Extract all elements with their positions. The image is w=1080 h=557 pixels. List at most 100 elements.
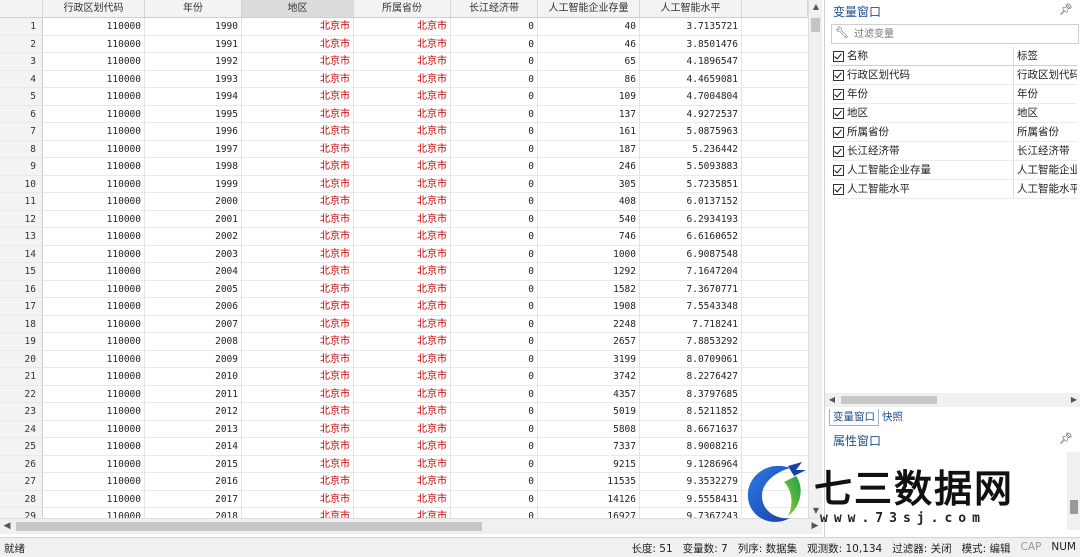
variable-row[interactable]: 年份 年份 [831,85,1077,104]
table-cell[interactable]: 9.5558431 [640,490,742,508]
table-row[interactable]: 27 110000 2016 北京市 北京市 0 11535 9.3532279 [0,473,808,491]
table-cell[interactable]: 北京市 [242,368,354,386]
table-cell[interactable]: 1995 [145,105,242,123]
table-row[interactable]: 3 110000 1992 北京市 北京市 0 65 4.1896547 [0,53,808,71]
table-cell[interactable]: 北京市 [242,298,354,316]
table-cell[interactable]: 7.8853292 [640,333,742,351]
table-cell[interactable]: 6.9087548 [640,245,742,263]
table-cell[interactable]: 北京市 [242,53,354,71]
table-cell[interactable]: 北京市 [242,438,354,456]
table-cell[interactable]: 北京市 [354,105,451,123]
column-header[interactable]: 人工智能企业存量 [538,0,640,17]
table-cell[interactable]: 北京市 [354,35,451,53]
table-cell[interactable]: 2013 [145,420,242,438]
table-cell[interactable]: 46 [538,35,640,53]
table-cell[interactable]: 2014 [145,438,242,456]
table-cell[interactable]: 246 [538,158,640,176]
table-cell[interactable]: 8.0709061 [640,350,742,368]
table-cell[interactable]: 北京市 [242,245,354,263]
table-cell[interactable]: 109 [538,88,640,106]
column-header[interactable]: 年份 [145,0,242,17]
table-cell[interactable]: 110000 [43,298,145,316]
table-cell[interactable]: 北京市 [242,210,354,228]
table-cell[interactable]: 110000 [43,175,145,193]
table-cell[interactable]: 北京市 [242,315,354,333]
table-cell[interactable]: 2008 [145,333,242,351]
table-cell[interactable]: 2010 [145,368,242,386]
variable-row[interactable]: 地区 地区 [831,104,1077,123]
table-cell[interactable]: 8.9008216 [640,438,742,456]
table-cell[interactable]: 8.6671637 [640,420,742,438]
pin-icon[interactable]: 📌︎ [1059,3,1073,16]
table-cell[interactable]: 0 [451,158,538,176]
table-cell[interactable]: 4.7004804 [640,88,742,106]
table-cell[interactable]: 0 [451,175,538,193]
table-cell[interactable]: 161 [538,123,640,141]
table-cell[interactable]: 110000 [43,455,145,473]
table-cell[interactable]: 1997 [145,140,242,158]
variable-checkbox[interactable] [832,69,844,81]
column-header[interactable]: 长江经济带 [451,0,538,17]
table-row[interactable]: 5 110000 1994 北京市 北京市 0 109 4.7004804 [0,88,808,106]
table-cell[interactable]: 110000 [43,263,145,281]
table-cell[interactable]: 0 [451,18,538,36]
table-cell[interactable]: 0 [451,88,538,106]
table-cell[interactable]: 1000 [538,245,640,263]
table-cell[interactable]: 9.1286964 [640,455,742,473]
table-cell[interactable]: 3.8501476 [640,35,742,53]
table-cell[interactable]: 0 [451,140,538,158]
horizontal-scroll-thumb[interactable] [16,522,482,531]
table-cell[interactable]: 2011 [145,385,242,403]
table-cell[interactable]: 北京市 [354,455,451,473]
table-row[interactable]: 12 110000 2001 北京市 北京市 0 540 6.2934193 [0,210,808,228]
table-cell[interactable]: 2657 [538,333,640,351]
label-column-header[interactable]: 标签 [1014,47,1077,65]
variable-list-scrollbar[interactable]: ◀ ▶ [825,393,1080,407]
table-cell[interactable]: 0 [451,105,538,123]
table-cell[interactable]: 0 [451,315,538,333]
table-row[interactable]: 8 110000 1997 北京市 北京市 0 187 5.236442 [0,140,808,158]
table-row[interactable]: 20 110000 2009 北京市 北京市 0 3199 8.0709061 [0,350,808,368]
table-cell[interactable]: 110000 [43,420,145,438]
table-cell[interactable]: 0 [451,70,538,88]
table-cell[interactable]: 北京市 [242,280,354,298]
table-cell[interactable]: 北京市 [242,175,354,193]
table-cell[interactable]: 8.3797685 [640,385,742,403]
tab-snapshot[interactable]: 快照 [879,409,906,425]
table-cell[interactable]: 7.718241 [640,315,742,333]
table-cell[interactable]: 6.6160652 [640,228,742,246]
table-cell[interactable]: 0 [451,123,538,141]
table-cell[interactable]: 4.4659081 [640,70,742,88]
table-cell[interactable]: 5808 [538,420,640,438]
table-row[interactable]: 7 110000 1996 北京市 北京市 0 161 5.0875963 [0,123,808,141]
select-all-checkbox[interactable] [832,50,844,62]
table-cell[interactable]: 0 [451,438,538,456]
table-cell[interactable]: 北京市 [354,175,451,193]
table-row[interactable]: 13 110000 2002 北京市 北京市 0 746 6.6160652 [0,228,808,246]
table-row[interactable]: 1 110000 1990 北京市 北京市 0 40 3.7135721 [0,18,808,36]
table-cell[interactable]: 北京市 [354,508,451,518]
table-cell[interactable]: 110000 [43,88,145,106]
table-cell[interactable]: 40 [538,18,640,36]
table-row[interactable]: 4 110000 1993 北京市 北京市 0 86 4.4659081 [0,70,808,88]
table-cell[interactable]: 110000 [43,193,145,211]
tab-variables[interactable]: 变量窗口 [829,409,879,426]
table-row[interactable]: 15 110000 2004 北京市 北京市 0 1292 7.1647204 [0,263,808,281]
table-cell[interactable]: 1994 [145,88,242,106]
table-cell[interactable]: 5019 [538,403,640,421]
table-row[interactable]: 26 110000 2015 北京市 北京市 0 9215 9.1286964 [0,455,808,473]
table-cell[interactable]: 2005 [145,280,242,298]
table-cell[interactable]: 2016 [145,473,242,491]
pin-icon[interactable]: 📌︎ [1059,432,1073,445]
table-cell[interactable]: 110000 [43,438,145,456]
table-cell[interactable]: 北京市 [242,123,354,141]
table-cell[interactable]: 5.5093883 [640,158,742,176]
table-cell[interactable]: 0 [451,350,538,368]
table-row[interactable]: 25 110000 2014 北京市 北京市 0 7337 8.9008216 [0,438,808,456]
data-grid[interactable]: 行政区划代码 年份 地区 所属省份 长江经济带 人工智能企业存量 人工智能水平 … [0,0,822,537]
scroll-up-icon[interactable]: ▲ [809,0,822,14]
table-cell[interactable]: 2003 [145,245,242,263]
table-cell[interactable]: 6.2934193 [640,210,742,228]
table-row[interactable]: 24 110000 2013 北京市 北京市 0 5808 8.6671637 [0,420,808,438]
column-header[interactable]: 人工智能水平 [640,0,742,17]
